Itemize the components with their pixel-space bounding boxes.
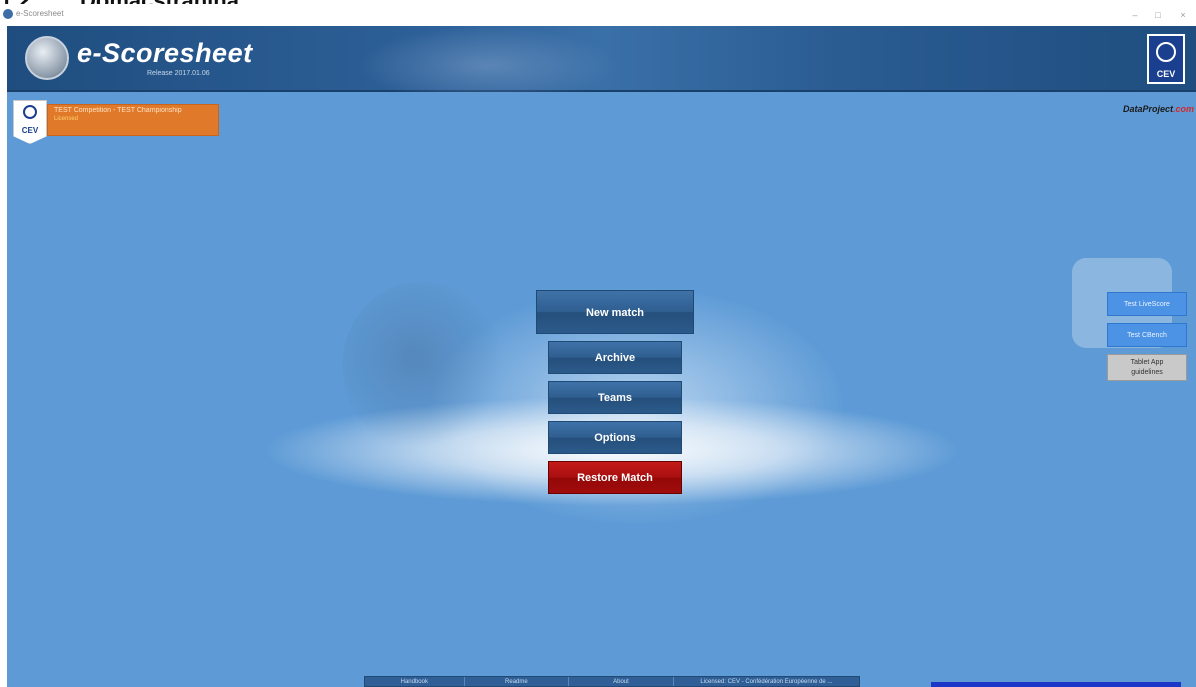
close-icon[interactable]: × [1174,7,1192,23]
header-hands-graphic [357,26,617,92]
handbook-link[interactable]: Handbook [365,677,465,686]
window-title: e-Scoresheet [16,9,64,18]
competition-bar[interactable]: TEST Competition - TEST Championship Lic… [47,104,219,136]
tablet-guidelines-line2: guidelines [1131,369,1163,376]
app-icon [3,9,13,19]
volleyball-icon [1156,42,1176,62]
new-match-button[interactable]: New match [536,290,694,334]
license-info: Licensed: CEV - Confédération Européenne… [700,679,833,685]
test-livescore-button[interactable]: Test LiveScore [1107,292,1187,316]
competition-panel[interactable]: CEV TEST Competition - TEST Championship… [13,100,219,144]
test-cbench-button[interactable]: Test CBench [1107,323,1187,347]
dataproject-logo: DataProject.com [1123,104,1195,114]
app-header: e-Scoresheet Release 2017.01.06 CEV [7,26,1196,92]
maximize-icon[interactable]: □ [1149,7,1167,23]
app-title: e-Scoresheet [77,38,253,68]
cev-logo: CEV [1147,34,1185,84]
scoresheet-watermark-icon [342,281,502,451]
minimize-icon[interactable]: – [1126,7,1144,23]
cev-shield-text: CEV [21,126,39,135]
competition-name: TEST Competition - TEST Championship [54,107,182,114]
cev-logo-text: CEV [1156,69,1176,79]
window-titlebar: e-Scoresheet – □ × [0,4,1196,26]
footer-bar: Handbook Readme About Licensed: CEV - Co… [364,676,860,687]
status-bar [931,682,1181,687]
tablet-guidelines-line1: Tablet App [1130,359,1164,366]
volleyball-icon [23,105,37,119]
restore-match-button[interactable]: Restore Match [548,461,682,494]
about-link[interactable]: About [569,677,674,686]
app-window: e-Scoresheet Release 2017.01.06 CEV CEV … [7,26,1196,687]
scoresheet-logo-icon [25,36,69,80]
archive-button[interactable]: Archive [548,341,682,374]
competition-license: Licensed [54,116,79,122]
cev-shield-icon: CEV [13,100,47,144]
options-button[interactable]: Options [548,421,682,454]
teams-button[interactable]: Teams [548,381,682,414]
readme-link[interactable]: Readme [465,677,570,686]
release-version: Release 2017.01.06 [147,70,210,77]
tablet-app-guidelines-button[interactable]: Tablet App guidelines [1107,354,1187,381]
